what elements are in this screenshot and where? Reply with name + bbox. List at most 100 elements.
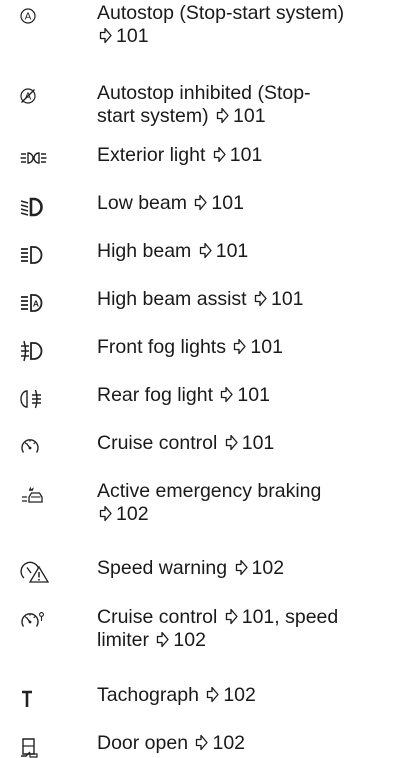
description-text: , speed [274,606,339,628]
description-line: Cruise control 101, speed [97,606,393,629]
description-line: 102 [97,503,393,526]
page-reference: 102 [154,629,206,651]
page-number: 102 [173,629,206,651]
description-line: Exterior light 101 [97,144,393,167]
indicator-description: Tachograph 102 [97,684,393,707]
page-number: 101 [241,606,275,628]
page-reference-arrow-icon [221,386,234,403]
door-open-icon [20,736,52,758]
high-beam-icon [20,244,52,266]
description-text: Speed warning [97,557,233,579]
description-text: Cruise control [97,606,223,628]
indicator-description: High beam 101 [97,240,393,263]
page-number: 101 [215,240,249,262]
description-line: Cruise control 101 [97,432,393,455]
indicator-description: Exterior light 101 [97,144,393,167]
indicator-description: High beam assist 101 [97,288,393,311]
page-reference: 101 [218,384,270,406]
page-reference-arrow-icon [254,290,267,307]
page-reference-arrow-icon [99,505,112,522]
page-reference: 101 [97,25,149,47]
page-reference: 102 [97,503,149,525]
low-beam-icon [20,196,52,218]
description-text: start system) [97,105,215,127]
cruise-control-speed-limiter-icon [20,610,52,632]
page-reference-arrow-icon [196,734,209,751]
description-text: Low beam [97,192,193,214]
description-line: Autostop inhibited (Stop- [97,82,393,105]
page-reference: 101 [197,240,249,262]
page-number: 101 [116,25,149,47]
indicator-description: Rear fog light 101 [97,384,393,407]
indicator-description: Cruise control 101, speed limiter 102 [97,606,393,652]
page-reference-arrow-icon [199,242,212,259]
description-text: limiter [97,629,155,651]
description-text: Active emergency braking [97,480,322,502]
description-text: Exterior light [97,144,211,166]
indicator-description: Low beam 101 [97,192,393,215]
description-line: High beam 101 [97,240,393,263]
page-number: 102 [251,557,285,579]
description-line: Speed warning 102 [97,557,393,580]
indicator-description: Active emergency braking 102 [97,480,393,526]
page-number: 101 [237,384,270,406]
description-line: Rear fog light 101 [97,384,393,407]
speed-warning-icon [20,561,52,583]
description-line: Active emergency braking [97,480,393,503]
description-text: Tachograph [97,684,205,706]
page-reference: 101 [192,192,244,214]
indicator-description: Autostop (Stop-start system) 101 [97,2,393,48]
page-reference: 102 [193,732,245,754]
tachograph-icon [20,688,52,710]
page-reference-arrow-icon [225,434,238,451]
page-number: 101 [229,144,263,166]
page-number: 102 [223,684,256,706]
exterior-light-icon [20,148,52,170]
page-reference-arrow-icon [225,608,238,625]
page-number: 101 [270,288,304,310]
autostop-inhibited-icon: A [20,86,52,108]
page-reference: 102 [204,684,256,706]
page-reference-arrow-icon [235,559,248,576]
svg-text:A: A [25,12,32,23]
page-reference-arrow-icon [234,338,247,355]
page-reference-arrow-icon [195,194,208,211]
indicator-description: Speed warning 102 [97,557,393,580]
page-number: 101 [241,432,275,454]
page-reference: 101 [214,105,266,127]
description-text: Door open [97,732,194,754]
description-line: Front fog lights 101 [97,336,393,359]
page-number: 102 [212,732,246,754]
description-line: High beam assist 101 [97,288,393,311]
page-reference-arrow-icon [216,107,229,124]
description-text: Rear fog light [97,384,219,406]
description-line: Low beam 101 [97,192,393,215]
rear-fog-light-icon [20,388,52,410]
front-fog-lights-icon [20,340,52,362]
indicator-description: Front fog lights 101 [97,336,393,359]
page-reference: 101 [252,288,304,310]
page-reference: 101 [211,144,263,166]
page-reference: 102 [233,557,285,579]
page-reference: 101 [223,432,275,454]
page-number: 101 [250,336,283,358]
description-text: Cruise control [97,432,223,454]
svg-text:A: A [33,299,39,309]
description-line: 101 [97,25,393,48]
page-reference: 101 [231,336,283,358]
page-reference: 101 [223,606,275,628]
description-text: Autostop inhibited (Stop- [97,82,311,104]
description-text: High beam [97,240,197,262]
page-reference-arrow-icon [99,27,112,44]
indicator-description: Door open 102 [97,732,393,755]
page-reference-arrow-icon [157,631,170,648]
page-number: 102 [116,503,149,525]
description-line: Tachograph 102 [97,684,393,707]
description-text: High beam assist [97,288,252,310]
high-beam-assist-icon: A [20,292,52,314]
active-emergency-braking-icon [20,484,52,506]
description-text: Front fog lights [97,336,232,358]
page-reference-arrow-icon [207,686,219,703]
cruise-control-icon [20,436,52,458]
page-number: 101 [211,192,244,214]
